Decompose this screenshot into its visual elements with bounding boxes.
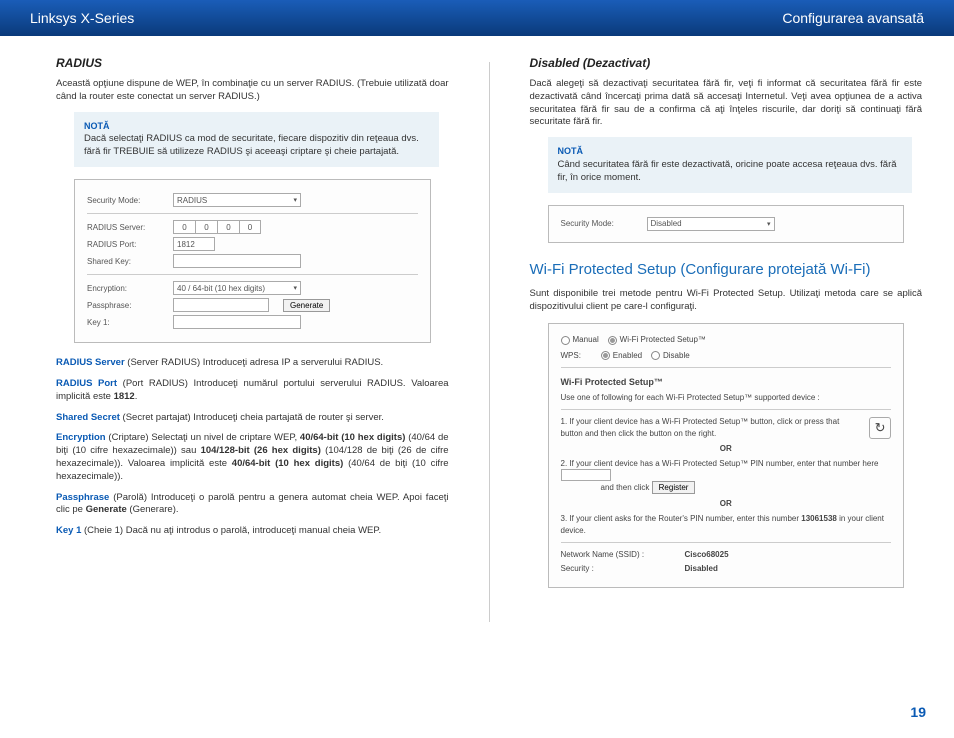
disabled-title: Disabled (Dezactivat) — [530, 56, 923, 70]
secmode-label: Security Mode: — [561, 219, 633, 228]
def-encryption: Encryption (Criptare) Selectaţi un nivel… — [56, 432, 449, 483]
def-radius-server: RADIUS Server (Server RADIUS) Introduceţ… — [56, 357, 449, 370]
wps-enabled-radio[interactable] — [601, 351, 610, 360]
wps-or-1: OR — [561, 443, 892, 454]
disabled-intro: Dacă alegeţi să dezactivaţi securitatea … — [530, 78, 923, 129]
wps-or-2: OR — [561, 498, 892, 509]
ssid-value: Cisco68025 — [685, 549, 729, 560]
key1-label: Key 1: — [87, 318, 159, 327]
generate-button[interactable]: Generate — [283, 299, 330, 312]
note-label: NOTĂ — [84, 121, 110, 131]
passphrase-input[interactable] — [173, 298, 269, 312]
wps-panel: Manual Wi-Fi Protected Setup™ WPS: Enabl… — [548, 323, 905, 588]
radius-server-ip[interactable]: 0 0 0 0 — [173, 220, 261, 234]
radius-title: RADIUS — [56, 56, 449, 70]
wps-step2: 2. If your client device has a Wi-Fi Pro… — [561, 458, 892, 494]
wps-intro: Sunt disponibile trei metode pentru Wi-F… — [530, 288, 923, 314]
note-body: Când securitatea fără fir este dezactiva… — [558, 159, 897, 183]
wps-pin-input[interactable] — [561, 469, 611, 481]
wps-step3: 3. If your client asks for the Router's … — [561, 513, 892, 535]
secmode-label: Security Mode: — [87, 196, 159, 205]
radius-port-input[interactable]: 1812 — [173, 237, 215, 251]
right-column: Disabled (Dezactivat) Dacă alegeţi să de… — [530, 56, 923, 622]
page-content: RADIUS Această opţiune dispune de WEP, î… — [0, 36, 954, 622]
page-header: Linksys X-Series Configurarea avansată — [0, 0, 954, 36]
manual-radio[interactable] — [561, 336, 570, 345]
radius-note: NOTĂ Dacă selectaţi RADIUS ca mod de sec… — [74, 112, 439, 167]
wps-heading: Wi-Fi Protected Setup (Configurare prote… — [530, 261, 923, 278]
secmode-select[interactable]: Disabled — [647, 217, 775, 231]
radius-settings-panel: Security Mode: RADIUS RADIUS Server: 0 0… — [74, 179, 431, 343]
wps-title: Wi-Fi Protected Setup™ — [561, 376, 892, 389]
def-passphrase: Passphrase (Parolă) Introduceţi o parolă… — [56, 492, 449, 518]
header-right: Configurarea avansată — [782, 10, 924, 26]
header-left: Linksys X-Series — [30, 10, 134, 26]
def-key1: Key 1 (Cheie 1) Dacă nu aţi introdus o p… — [56, 525, 449, 538]
radius-port-label: RADIUS Port: — [87, 240, 159, 249]
secmode-select[interactable]: RADIUS — [173, 193, 301, 207]
security-label: Security : — [561, 563, 671, 574]
passphrase-label: Passphrase: — [87, 301, 159, 310]
security-value: Disabled — [685, 563, 718, 574]
def-shared-secret: Shared Secret (Secret partajat) Introduc… — [56, 412, 449, 425]
encryption-select[interactable]: 40 / 64-bit (10 hex digits) — [173, 281, 301, 295]
column-divider — [489, 62, 490, 622]
radius-server-label: RADIUS Server: — [87, 223, 159, 232]
note-label: NOTĂ — [558, 146, 584, 156]
wps-step1: 1. If your client device has a Wi-Fi Pro… — [561, 416, 860, 438]
radius-intro: Această opţiune dispune de WEP, în combi… — [56, 78, 449, 104]
shared-key-input[interactable] — [173, 254, 301, 268]
wps-push-button-icon[interactable]: ↻ — [869, 417, 891, 439]
key1-input[interactable] — [173, 315, 301, 329]
wps-radio[interactable] — [608, 336, 617, 345]
left-column: RADIUS Această opţiune dispune de WEP, î… — [56, 56, 449, 622]
note-body: Dacă selectaţi RADIUS ca mod de securita… — [84, 133, 419, 157]
wps-disable-radio[interactable] — [651, 351, 660, 360]
disabled-note: NOTĂ Când securitatea fără fir este deza… — [548, 137, 913, 192]
page-number: 19 — [910, 704, 926, 720]
wps-subtitle: Use one of following for each Wi-Fi Prot… — [561, 392, 892, 403]
ssid-label: Network Name (SSID) : — [561, 549, 671, 560]
encryption-label: Encryption: — [87, 284, 159, 293]
disabled-settings-panel: Security Mode: Disabled — [548, 205, 905, 243]
shared-key-label: Shared Key: — [87, 257, 159, 266]
def-radius-port: RADIUS Port (Port RADIUS) Introduceţi nu… — [56, 378, 449, 404]
register-button[interactable]: Register — [652, 481, 696, 494]
